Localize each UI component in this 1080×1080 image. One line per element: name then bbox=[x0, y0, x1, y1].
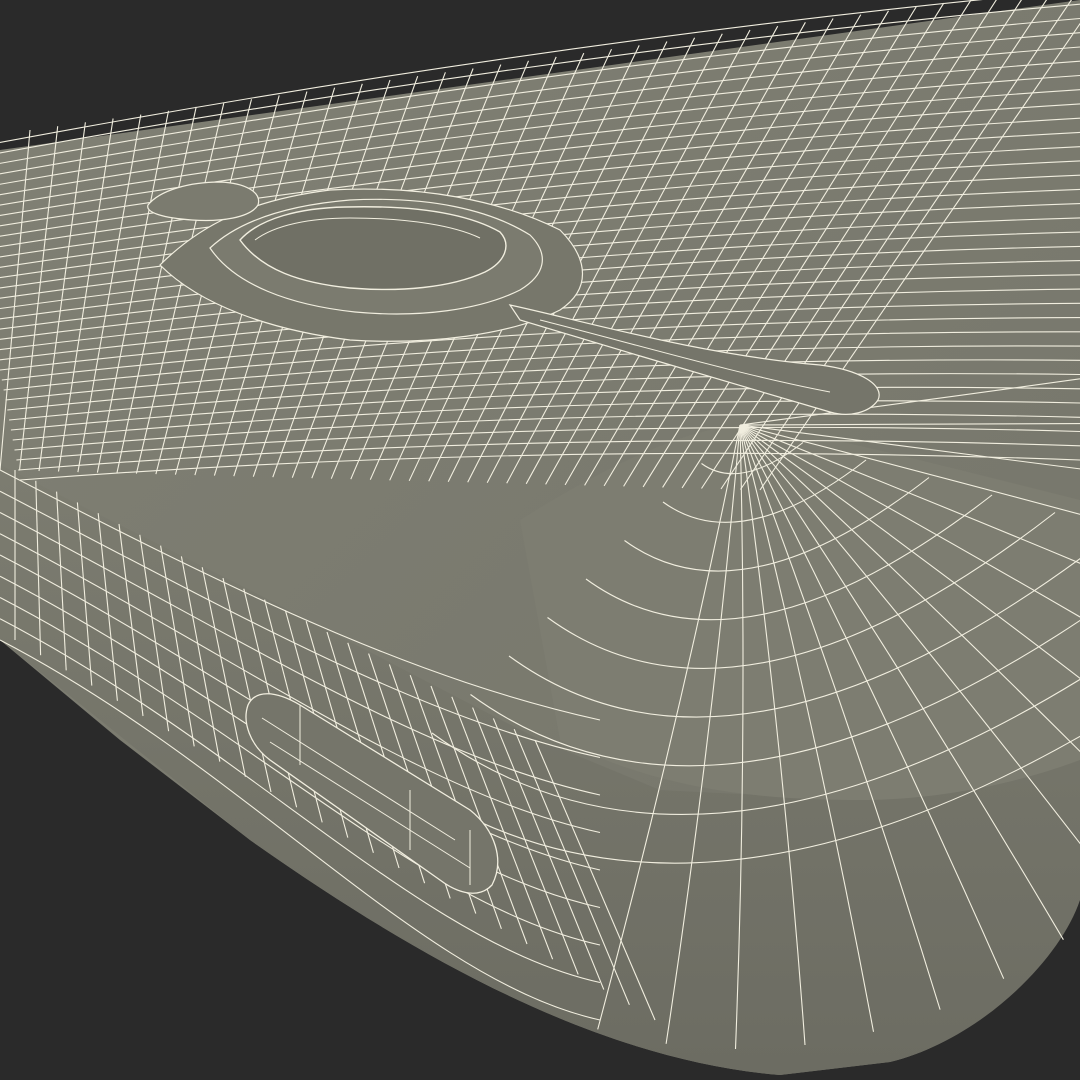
render-viewport bbox=[0, 0, 1080, 1080]
wireframe-render bbox=[0, 0, 1080, 1080]
